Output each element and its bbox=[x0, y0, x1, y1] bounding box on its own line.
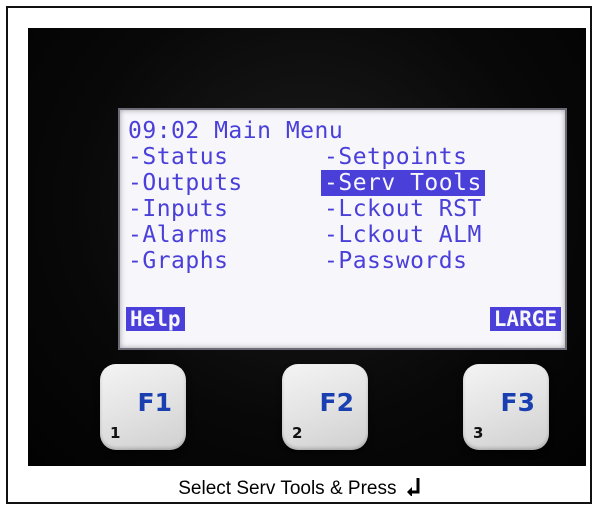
menu-item-lckout-alm[interactable]: -Lckout ALM bbox=[324, 222, 482, 248]
caption-text: Select Serv Tools & Press bbox=[178, 478, 397, 499]
lcd-title: 09:02 Main Menu bbox=[128, 118, 344, 144]
menu-item-inputs[interactable]: -Inputs bbox=[128, 196, 228, 222]
f1-number: 1 bbox=[110, 424, 121, 442]
menu-item-alarms[interactable]: -Alarms bbox=[128, 222, 228, 248]
menu-item-outputs[interactable]: -Outputs bbox=[128, 170, 243, 196]
softkey-large[interactable]: LARGE bbox=[489, 307, 561, 331]
menu-item-passwords[interactable]: -Passwords bbox=[324, 248, 467, 274]
f2-label: F2 bbox=[319, 388, 354, 417]
f2-button[interactable]: F2 2 bbox=[282, 364, 368, 450]
menu-item-setpoints[interactable]: -Setpoints bbox=[324, 144, 467, 170]
controller-bezel: 09:02 Main Menu -Status -Outputs -Inputs… bbox=[28, 28, 586, 466]
f1-button[interactable]: F1 1 bbox=[100, 364, 186, 450]
softkey-help[interactable]: Help bbox=[126, 307, 185, 331]
figure-frame: 09:02 Main Menu -Status -Outputs -Inputs… bbox=[6, 6, 592, 504]
menu-item-graphs[interactable]: -Graphs bbox=[128, 248, 228, 274]
f3-label: F3 bbox=[500, 388, 535, 417]
menu-item-serv-tools-selected[interactable]: -Serv Tools bbox=[321, 170, 485, 196]
f3-button[interactable]: F3 3 bbox=[463, 364, 549, 450]
menu-item-lckout-rst[interactable]: -Lckout RST bbox=[324, 196, 482, 222]
enter-return-icon bbox=[406, 476, 422, 502]
instruction-caption: Select Serv Tools & Press bbox=[0, 476, 600, 502]
lcd-screen: 09:02 Main Menu -Status -Outputs -Inputs… bbox=[118, 108, 567, 350]
f2-number: 2 bbox=[292, 424, 303, 442]
f1-label: F1 bbox=[137, 388, 172, 417]
f3-number: 3 bbox=[473, 424, 484, 442]
menu-item-status[interactable]: -Status bbox=[128, 144, 228, 170]
